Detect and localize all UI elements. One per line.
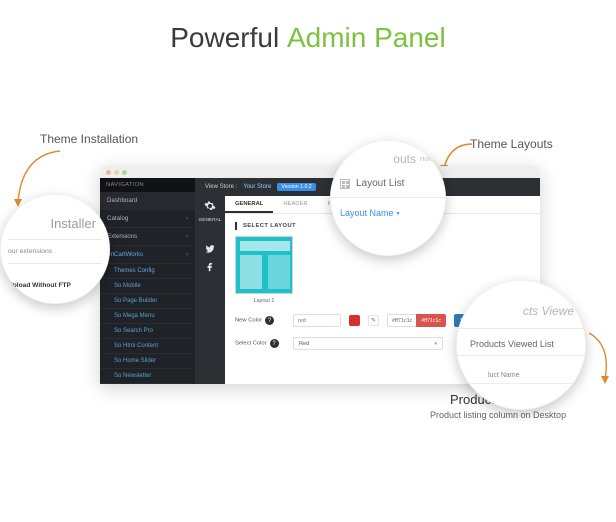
lens-detail-title: cts Viewe [468,304,574,318]
lens-theme-installation: Installer our extensions Upload Without … [0,194,110,304]
sidebar-item-dashboard[interactable]: Dashboard [100,192,195,210]
lens-installer-upload: Upload Without FTP [8,282,102,289]
titlebar [100,166,540,178]
title-accent: Admin Panel [287,22,446,53]
sidebar-sub-search-pro[interactable]: So Search Pro [100,324,195,339]
pencil-icon[interactable]: ✎ [368,315,379,326]
lens-theme-layouts: outs Home Layout List Layout Name▼ [330,140,446,256]
sidebar-item-label: Catalog [107,215,128,222]
lens-installer-title: Installer [8,216,102,231]
sidebar: NAVIGATION Dashboard Catalog › Extensions… [100,178,195,384]
sidebar-sub-html-content[interactable]: So Html Content [100,339,195,354]
sidebar-sub-themes-config[interactable]: Themes Config [100,264,195,279]
layout-thumb-1[interactable]: Layout 1 [235,236,293,304]
chevron-right-icon: › [186,234,188,240]
thumb-image [235,236,293,294]
tab-header[interactable]: HEADER [273,196,317,213]
lens-installer-row: our extensions [8,248,102,255]
store-link[interactable]: Your Store [243,184,271,190]
help-icon[interactable]: ? [270,339,279,348]
sidebar-item-label: Dashboard [107,197,137,204]
facebook-icon[interactable] [204,261,216,273]
new-color-label: New Color? [235,316,285,325]
color-swatch[interactable] [349,315,360,326]
new-color-input[interactable]: red [293,314,341,327]
lens-product-detail: cts Viewe Products Viewed List luct Name [456,280,586,410]
close-dot[interactable] [106,170,111,175]
chevron-down-icon: ▼ [396,211,401,217]
minimize-dot[interactable] [114,170,119,175]
lens-detail-row: luct Name [468,372,574,379]
topbar-label: View Store : [205,184,237,190]
sidebar-sub-mega-menu[interactable]: So Mega Menu [100,309,195,324]
help-icon[interactable]: ? [265,316,274,325]
sidebar-sub-newsletter[interactable]: So Newsletter [100,369,195,384]
select-value: Red [299,341,309,347]
select-color-dropdown[interactable]: Red ▾ [293,337,443,350]
sidebar-sub-home-slider[interactable]: So Home Slider [100,354,195,369]
twitter-icon[interactable] [204,243,216,255]
select-color-label: Select Color? [235,339,285,348]
lens-layouts-title: outs [393,152,416,166]
callout-installation: Theme Installation [40,132,138,146]
callout-detail-subtitle: Product listing column on Desktop [430,410,566,420]
ribbon-section-label: GENERAL [199,218,222,223]
title-base: Powerful [170,22,287,53]
sidebar-sub-mobile[interactable]: So Mobile [100,279,195,294]
chevron-right-icon: › [186,252,188,258]
gear-icon[interactable] [204,200,216,212]
tab-general[interactable]: GENERAL [225,196,273,213]
hex-input[interactable]: #ff71c1c [387,314,416,327]
chevron-right-icon: › [186,216,188,222]
thumb-label: Layout 1 [235,298,293,304]
lens-detail-list: Products Viewed List [468,339,574,349]
grid-icon [340,179,350,189]
chevron-down-icon: ▾ [434,341,437,347]
sidebar-item-catalog[interactable]: Catalog › [100,210,195,228]
page-title: Powerful Admin Panel [0,22,616,54]
sidebar-item-label: enCartWorks [107,251,143,258]
version-badge: Version 1.0.2 [277,183,315,191]
hex-button[interactable]: #ff71c1c [416,314,446,327]
sidebar-item-extensions[interactable]: Extensions › [100,228,195,246]
sidebar-sub-page-builder[interactable]: So Page Builder [100,294,195,309]
lens-layouts-list: Layout List [356,178,404,189]
sidebar-item-cartworks[interactable]: enCartWorks › [100,246,195,264]
ribbon: GENERAL [195,196,225,384]
zoom-dot[interactable] [122,170,127,175]
sidebar-item-label: Extensions [107,233,137,240]
lens-layouts-home: Home [420,157,436,163]
arrow-to-detail [585,327,616,387]
lens-layout-dropdown[interactable]: Layout Name▼ [340,208,436,218]
sidebar-heading: NAVIGATION [100,178,195,192]
